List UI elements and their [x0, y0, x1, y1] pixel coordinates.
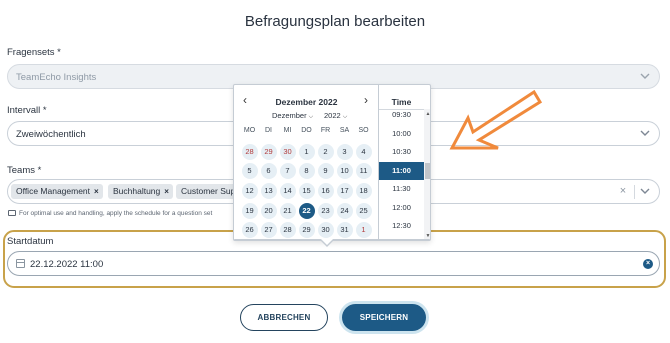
calendar-day[interactable]: 16: [317, 183, 334, 199]
teams-hint: For optimal use and handling, apply the …: [8, 210, 212, 217]
calendar-day[interactable]: 10: [336, 163, 353, 179]
calendar-day[interactable]: 19: [241, 203, 258, 219]
month-select[interactable]: Dezember ⌵: [272, 111, 313, 121]
time-scrollbar[interactable]: ▲ ▼: [424, 109, 430, 240]
chevron-down-icon[interactable]: [639, 127, 651, 139]
calendar-day[interactable]: 29: [260, 144, 277, 160]
scroll-up-icon[interactable]: ▲: [424, 111, 430, 117]
intervall-label: Intervall *: [7, 105, 47, 116]
calendar-day[interactable]: 12: [241, 183, 258, 199]
time-option[interactable]: 10:00: [379, 125, 424, 143]
team-chip: Customer Sup: [176, 184, 236, 199]
weekday-label: FR: [320, 127, 331, 134]
calendar-day[interactable]: 23: [317, 203, 334, 219]
scroll-down-icon[interactable]: ▼: [424, 233, 430, 239]
calendar-day[interactable]: 28: [279, 222, 296, 238]
cancel-button[interactable]: ABBRECHEN: [240, 304, 328, 331]
teams-label: Teams *: [7, 165, 42, 176]
chevron-down-icon: [640, 73, 650, 79]
calendar-icon: [16, 259, 25, 268]
month-title: Dezember 2022: [275, 97, 338, 107]
info-icon: [8, 210, 16, 216]
team-chip-label: Customer Sup: [181, 186, 236, 196]
save-button[interactable]: SPEICHERN: [342, 304, 426, 331]
picker-pointer: [320, 239, 334, 247]
calendar-day[interactable]: 14: [279, 183, 296, 199]
calendar-day[interactable]: 20: [260, 203, 277, 219]
clear-icon[interactable]: ×: [618, 185, 628, 197]
calendar-day[interactable]: 17: [336, 183, 353, 199]
clear-date-icon[interactable]: ×: [643, 259, 653, 269]
team-chip: Buchhaltung ×: [108, 184, 173, 199]
team-chip-label: Buchhaltung: [113, 186, 161, 196]
weekday-label: SA: [339, 127, 350, 134]
calendar-day[interactable]: 2: [317, 144, 334, 160]
calendar-day[interactable]: 18: [355, 183, 372, 199]
startdatum-value: 22.12.2022 11:00: [30, 259, 104, 270]
datetime-picker: ‹ › Dezember 2022 Dezember ⌵ 2022 ⌵ MO DI MI…: [233, 84, 431, 241]
startdatum-input[interactable]: 22.12.2022 11:00 ×: [7, 251, 660, 276]
calendar-day[interactable]: 3: [336, 144, 353, 160]
dialog-title: Befragungsplan bearbeiten: [244, 13, 426, 30]
calendar-day[interactable]: 30: [317, 222, 334, 238]
calendar-day[interactable]: 9: [317, 163, 334, 179]
team-chip-label: Office Management: [16, 186, 91, 196]
weekday-label: DO: [301, 127, 312, 134]
calendar-day[interactable]: 30: [279, 144, 296, 160]
remove-chip-icon[interactable]: ×: [164, 187, 169, 196]
year-select[interactable]: 2022 ⌵: [324, 111, 347, 121]
time-panel: Time 09:30 10:00 10:30 11:00 11:30 12:00 12:30…: [379, 85, 430, 240]
weekday-label: SO: [358, 127, 369, 134]
calendar-day[interactable]: 1: [355, 222, 372, 238]
time-option[interactable]: 09:30: [379, 110, 424, 124]
calendar-day[interactable]: 29: [298, 222, 315, 238]
weekday-label: MI: [283, 127, 292, 134]
time-option[interactable]: 11:30: [379, 180, 424, 198]
scroll-thumb[interactable]: [425, 163, 430, 179]
calendar-day[interactable]: 4: [355, 144, 372, 160]
calendar-day[interactable]: 1: [298, 144, 315, 160]
chevron-down-icon: ⌵: [308, 114, 314, 120]
startdatum-label: Startdatum: [7, 236, 54, 247]
time-option[interactable]: 12:00: [379, 199, 424, 217]
chevron-down-icon[interactable]: [639, 185, 651, 197]
chevron-down-icon: ⌵: [342, 114, 348, 120]
calendar-day[interactable]: 22: [298, 203, 315, 219]
calendar-day[interactable]: 13: [260, 183, 277, 199]
calendar-day[interactable]: 8: [298, 163, 315, 179]
weekday-label: MO: [243, 127, 256, 134]
month-select-value: Dezember: [272, 111, 307, 120]
divider: [634, 185, 635, 199]
team-chip: Office Management ×: [11, 184, 103, 199]
calendar-day[interactable]: 7: [279, 163, 296, 179]
weekday-label: DI: [265, 127, 272, 134]
calendar-day[interactable]: 27: [260, 222, 277, 238]
calendar-day[interactable]: 11: [355, 163, 372, 179]
calendar-day[interactable]: 6: [260, 163, 277, 179]
time-option[interactable]: 10:30: [379, 143, 424, 161]
calendar-day[interactable]: 21: [279, 203, 296, 219]
time-option[interactable]: 12:30: [379, 217, 424, 235]
calendar-day[interactable]: 5: [241, 163, 258, 179]
teams-hint-text: For optimal use and handling, apply the …: [19, 210, 213, 217]
calendar-day[interactable]: 24: [336, 203, 353, 219]
time-list[interactable]: 09:30 10:00 10:30 11:00 11:30 12:00 12:30: [379, 109, 424, 240]
calendar-day[interactable]: 31: [336, 222, 353, 238]
year-select-value: 2022: [324, 111, 341, 120]
time-option[interactable]: 11:00: [379, 161, 424, 180]
time-header: Time: [391, 97, 412, 107]
calendar-day[interactable]: 25: [355, 203, 372, 219]
fragensets-label: Fragensets *: [7, 47, 61, 58]
pointer-arrow-icon: [449, 89, 543, 150]
calendar-panel: ‹ › Dezember 2022 Dezember ⌵ 2022 ⌵ MO DI MI…: [234, 85, 379, 240]
intervall-value: Zweiwöchentlich: [16, 129, 86, 140]
calendar-day[interactable]: 26: [241, 222, 258, 238]
calendar-day[interactable]: 15: [298, 183, 315, 199]
calendar-day[interactable]: 28: [241, 144, 258, 160]
remove-chip-icon[interactable]: ×: [94, 187, 99, 196]
fragensets-value: TeamEcho Insights: [16, 72, 97, 83]
